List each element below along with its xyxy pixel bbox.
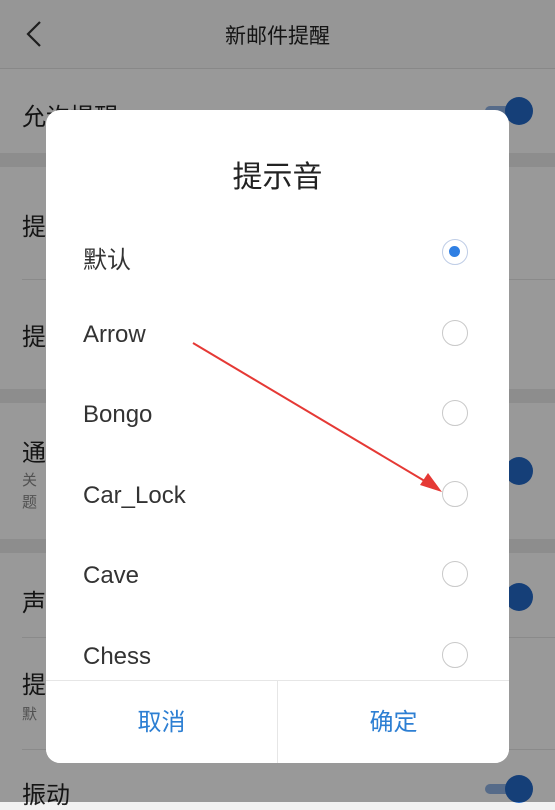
option-label: Chess <box>83 643 152 670</box>
dialog-footer: 取消 确定 <box>46 680 509 763</box>
confirm-button[interactable]: 确定 <box>278 681 509 763</box>
option-label: 默认 <box>83 247 131 274</box>
radio-unselected-icon[interactable] <box>442 642 468 668</box>
option-cave[interactable]: Cave <box>46 536 509 616</box>
option-default[interactable]: 默认 <box>46 214 509 294</box>
cancel-button[interactable]: 取消 <box>46 681 277 763</box>
option-car-lock[interactable]: Car_Lock <box>46 456 509 536</box>
option-arrow[interactable]: Arrow <box>46 295 509 375</box>
radio-unselected-icon[interactable] <box>442 561 468 587</box>
radio-selected-icon[interactable] <box>442 239 468 265</box>
radio-unselected-icon[interactable] <box>442 320 468 346</box>
option-label: Cave <box>83 562 140 589</box>
radio-unselected-icon[interactable] <box>442 481 468 507</box>
option-label: Bongo <box>83 401 153 428</box>
option-label: Car_Lock <box>83 482 186 509</box>
option-bongo[interactable]: Bongo <box>46 375 509 455</box>
option-label: Arrow <box>83 321 146 348</box>
ringtone-dialog: 提示音 默认 Arrow Bongo Car_Lock Cave Chess 取… <box>46 110 509 763</box>
radio-unselected-icon[interactable] <box>442 400 468 426</box>
dialog-title: 提示音 <box>232 160 323 195</box>
